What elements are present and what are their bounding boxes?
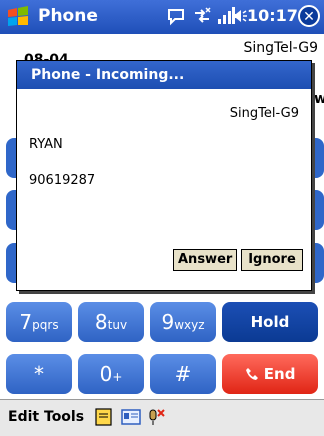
end-label: End xyxy=(263,365,296,383)
answer-button[interactable]: Answer xyxy=(173,249,237,271)
key-letters: tuv xyxy=(107,318,128,332)
key-9[interactable]: 9wxyz xyxy=(150,302,216,342)
speaker-icon[interactable] xyxy=(230,6,248,26)
app-title: Phone xyxy=(38,6,98,26)
end-call-button[interactable]: End xyxy=(222,354,318,394)
key-letters: wxyz xyxy=(174,318,205,332)
background-carrier-text: SingTel-G9 xyxy=(243,40,318,56)
key-hash[interactable]: # xyxy=(150,354,216,394)
voice-record-icon[interactable] xyxy=(145,407,165,427)
key-digit: 9 xyxy=(161,310,175,334)
hold-button[interactable]: Hold xyxy=(222,302,318,342)
tools-menu[interactable]: Tools xyxy=(44,409,84,425)
title-bar: Phone 10:17 ✕ xyxy=(0,0,324,34)
connectivity-icon[interactable] xyxy=(192,6,212,26)
notes-icon[interactable] xyxy=(94,407,114,427)
key-digit: 7 xyxy=(19,310,33,334)
dialog-carrier: SingTel-G9 xyxy=(229,106,299,121)
key-digit: 8 xyxy=(94,310,108,334)
background-text-fragment: w xyxy=(314,91,324,107)
key-digit: # xyxy=(174,362,192,386)
incoming-call-dialog: Phone - Incoming... SingTel-G9 RYAN 9061… xyxy=(16,60,312,291)
caller-name: RYAN xyxy=(29,137,63,152)
clock-time[interactable]: 10:17 xyxy=(247,6,298,25)
key-digit: * xyxy=(34,362,44,386)
key-letters: + xyxy=(112,370,123,384)
key-0[interactable]: 0+ xyxy=(78,354,144,394)
key-8[interactable]: 8tuv xyxy=(78,302,144,342)
key-digit: 0 xyxy=(99,362,113,386)
dialog-title: Phone - Incoming... xyxy=(17,61,311,89)
phone-handset-icon xyxy=(245,365,264,383)
key-star[interactable]: * xyxy=(6,354,72,394)
caller-number: 90619287 xyxy=(29,173,96,188)
menu-bar: Edit Tools xyxy=(0,399,324,436)
windows-start-icon[interactable] xyxy=(6,6,30,28)
key-letters: pqrs xyxy=(32,318,59,332)
edit-menu[interactable]: Edit xyxy=(8,409,39,425)
key-7[interactable]: 7pqrs xyxy=(6,302,72,342)
notification-bubble-icon[interactable] xyxy=(166,6,186,26)
ignore-button[interactable]: Ignore xyxy=(241,249,303,271)
contact-card-icon[interactable] xyxy=(121,407,141,427)
close-icon[interactable]: ✕ xyxy=(298,5,320,27)
